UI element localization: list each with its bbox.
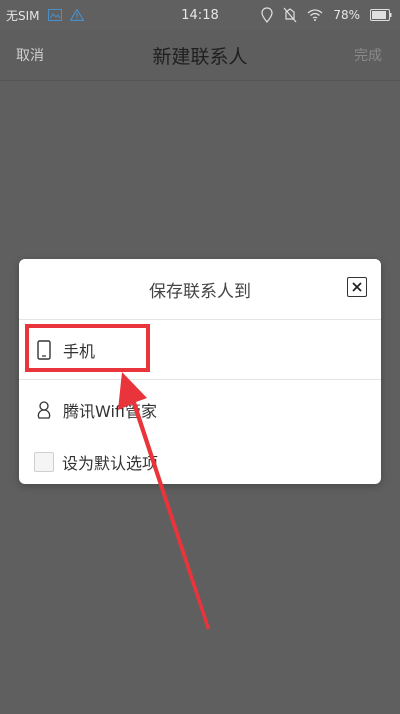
option-tencent-wifi[interactable]: 腾讯Wifi管家 — [19, 380, 381, 439]
dialog-title: 保存联系人到 — [149, 281, 251, 302]
default-option-row[interactable]: 设为默认选项 — [19, 439, 381, 484]
nav-bar: 取消 新建联系人 完成 — [0, 30, 400, 81]
phone-icon — [35, 339, 53, 361]
dialog-header: 保存联系人到 — [19, 259, 381, 320]
option-phone[interactable]: 手机 — [19, 320, 381, 380]
close-button[interactable] — [347, 277, 367, 297]
battery-icon — [370, 9, 392, 21]
mute-icon — [283, 7, 297, 23]
status-bar: 无SIM 14:18 78% — [0, 0, 400, 30]
wifi-icon — [307, 9, 323, 21]
option-tencent-wifi-label: 腾讯Wifi管家 — [63, 401, 157, 421]
save-contact-dialog: 保存联系人到 手机 腾讯Wifi管家 设为默认选项 — [19, 259, 381, 484]
close-icon — [352, 282, 362, 292]
status-right: 78% — [261, 0, 392, 30]
done-button[interactable]: 完成 — [354, 30, 382, 80]
location-icon — [261, 7, 273, 23]
page-title: 新建联系人 — [152, 45, 248, 68]
tencent-icon — [35, 399, 53, 421]
battery-label: 78% — [333, 8, 360, 22]
default-checkbox-label: 设为默认选项 — [62, 454, 159, 473]
default-checkbox[interactable] — [34, 452, 54, 472]
option-phone-label: 手机 — [63, 341, 96, 361]
